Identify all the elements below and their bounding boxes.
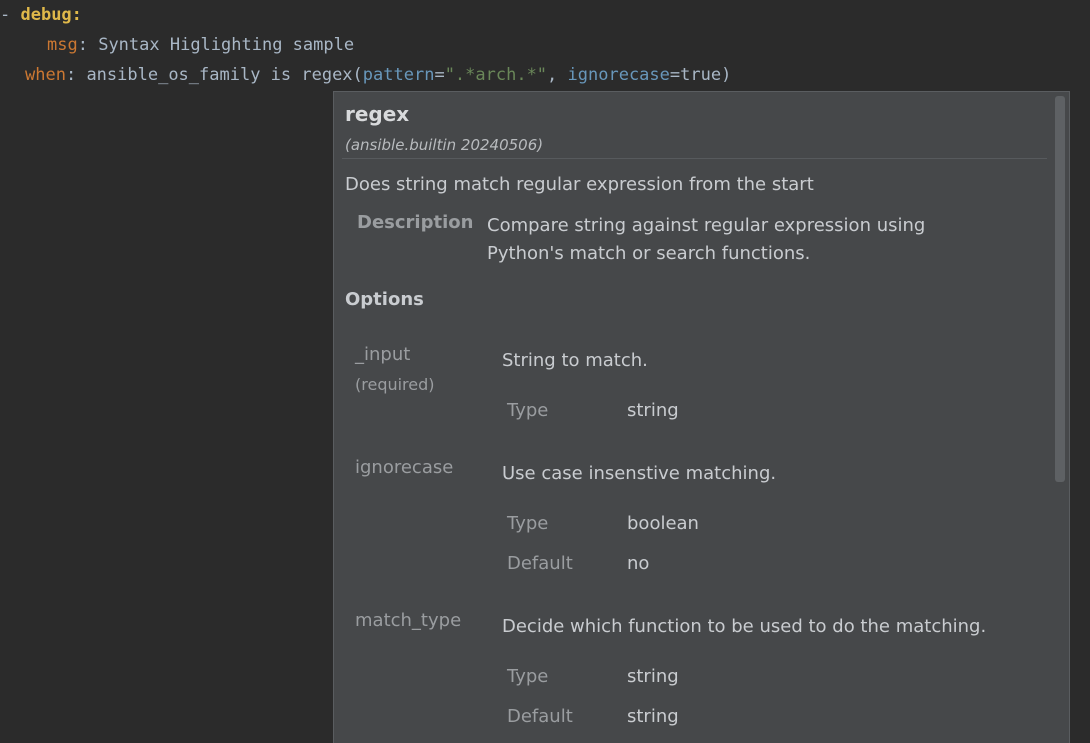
option-default-label: Default [507, 706, 573, 727]
popup-title: regex [345, 102, 410, 126]
ignorecase-equals: = [669, 65, 681, 85]
option-type-value: string [627, 400, 679, 421]
ignorecase-param: ignorecase [567, 65, 670, 85]
options-heading: Options [345, 289, 424, 310]
code-line-2[interactable]: msg: Syntax Higlighting sample [47, 30, 354, 60]
option-required: (required) [355, 375, 435, 394]
popup-scrollbar[interactable] [1055, 96, 1065, 743]
option-type-value: string [627, 666, 679, 687]
description-text: Compare string against regular expressio… [487, 212, 1007, 268]
pattern-param: pattern [362, 65, 435, 85]
popup-subtitle: (ansible.builtin 20240506) [345, 136, 544, 154]
option-desc-input: String to match. [502, 350, 648, 371]
debug-key: debug [20, 5, 72, 25]
option-type-value: boolean [627, 513, 699, 534]
option-name-input: _input [355, 344, 411, 365]
when-expression: ansible_os_family is regex( [86, 65, 363, 85]
msg-colon: : [77, 35, 99, 55]
code-line-1[interactable]: - debug: [0, 0, 82, 30]
close-paren: ) [721, 65, 732, 85]
popup-divider [342, 158, 1047, 159]
description-line-1: Compare string against regular expressio… [487, 215, 926, 236]
option-desc-ignorecase: Use case insenstive matching. [502, 463, 777, 484]
pattern-string: ".*arch.*" [444, 65, 548, 85]
option-type-label: Type [507, 400, 549, 421]
popup-scrollbar-thumb[interactable] [1055, 96, 1065, 482]
list-dash: - [0, 5, 21, 25]
option-desc-match-type: Decide which function to be used to do t… [502, 616, 987, 637]
option-type-label: Type [507, 513, 549, 534]
arg-separator: , [547, 65, 568, 85]
option-name-ignorecase: ignorecase [355, 457, 454, 478]
description-label: Description [357, 212, 474, 233]
option-default-value: string [627, 706, 679, 727]
code-line-3[interactable]: when: ansible_os_family is regex(pattern… [25, 60, 731, 90]
option-type-label: Type [507, 666, 549, 687]
option-name-match-type: match_type [355, 610, 462, 631]
msg-key: msg [47, 35, 78, 55]
when-colon: : [65, 65, 87, 85]
when-key: when [25, 65, 66, 85]
true-constant: true [680, 65, 722, 85]
option-default-label: Default [507, 553, 573, 574]
popup-summary: Does string match regular expression fro… [345, 174, 814, 195]
option-default-value: no [627, 553, 650, 574]
pattern-equals: = [434, 65, 445, 85]
msg-value: Syntax Higlighting sample [98, 35, 355, 55]
debug-colon: : [71, 5, 82, 25]
description-line-2: Python's match or search functions. [487, 243, 811, 264]
documentation-popup[interactable]: regex (ansible.builtin 20240506) Does st… [333, 91, 1070, 743]
